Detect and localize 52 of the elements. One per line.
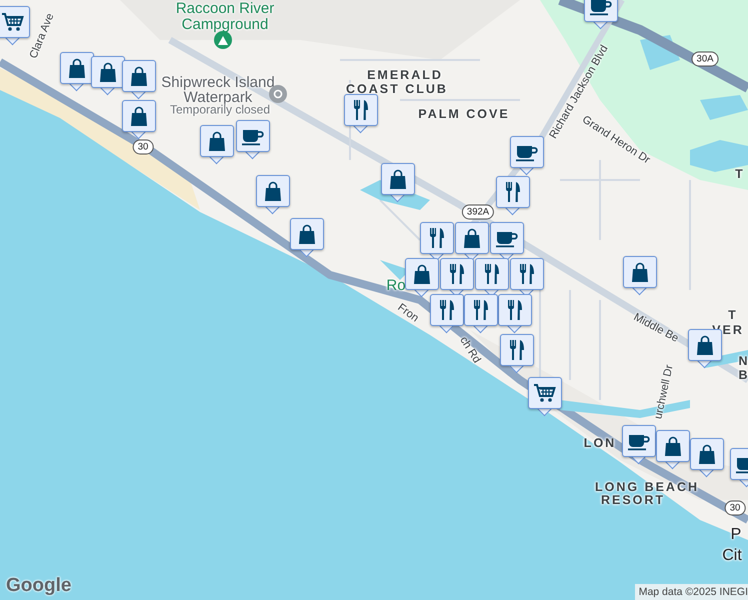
map-marker[interactable] bbox=[496, 176, 530, 216]
map-marker[interactable] bbox=[381, 163, 415, 203]
street-label: Clara Ave bbox=[28, 12, 56, 60]
area-label: RESORT bbox=[600, 494, 666, 508]
area-label: T bbox=[735, 168, 745, 182]
map-marker[interactable] bbox=[122, 100, 156, 140]
attribution-text: Map data ©2025 INEGI bbox=[634, 584, 748, 600]
area-label: EMERALD bbox=[367, 69, 443, 83]
map-marker[interactable] bbox=[122, 60, 156, 100]
place-label: Campground bbox=[182, 16, 268, 34]
area-label: T bbox=[728, 309, 738, 323]
map-marker[interactable] bbox=[528, 377, 562, 417]
map-marker[interactable] bbox=[430, 294, 464, 334]
map-marker[interactable] bbox=[498, 294, 532, 334]
place-label: Raccoon River bbox=[176, 0, 274, 18]
map-marker[interactable] bbox=[584, 0, 618, 30]
map-marker[interactable] bbox=[344, 94, 378, 134]
map-marker[interactable] bbox=[91, 56, 125, 96]
street-label: Fron bbox=[395, 301, 421, 325]
shopping-cart-icon bbox=[1, 10, 25, 34]
area-label: LON bbox=[584, 437, 616, 451]
map-marker[interactable] bbox=[290, 218, 324, 258]
place-label: Ro bbox=[386, 278, 406, 294]
city-label: Cit bbox=[722, 547, 742, 565]
map-marker[interactable] bbox=[256, 175, 290, 215]
area-label: B bbox=[738, 369, 748, 383]
map-marker[interactable] bbox=[200, 125, 234, 165]
status-label: Temporarily closed bbox=[170, 103, 270, 117]
place-label: Shipwreck Island bbox=[161, 74, 275, 91]
street-label: ch Rd bbox=[457, 334, 483, 366]
map-marker[interactable] bbox=[0, 6, 30, 46]
map-marker[interactable] bbox=[236, 120, 270, 160]
map-marker[interactable] bbox=[405, 258, 439, 298]
map-marker[interactable] bbox=[622, 425, 656, 465]
area-label: PALM COVE bbox=[418, 108, 510, 122]
map-marker[interactable] bbox=[464, 294, 498, 334]
area-label: LONG BEACH bbox=[594, 481, 700, 495]
shopping-cart-icon bbox=[533, 381, 557, 405]
map-marker[interactable] bbox=[510, 136, 544, 176]
area-label: COAST CLUB bbox=[346, 83, 448, 97]
route-shield: 30A bbox=[692, 52, 718, 66]
map-marker[interactable] bbox=[690, 438, 724, 478]
city-label: P bbox=[730, 526, 742, 544]
logo-text: Google bbox=[6, 575, 72, 597]
place-label: Waterpark bbox=[184, 90, 252, 106]
street-label: urchwell Dr bbox=[652, 364, 676, 420]
coffee-cup-icon bbox=[589, 0, 613, 18]
map-marker[interactable] bbox=[623, 256, 657, 296]
tent-icon[interactable] bbox=[214, 31, 232, 49]
map-marker[interactable] bbox=[500, 334, 534, 374]
map-marker[interactable] bbox=[656, 430, 690, 470]
map-marker[interactable] bbox=[60, 52, 94, 92]
